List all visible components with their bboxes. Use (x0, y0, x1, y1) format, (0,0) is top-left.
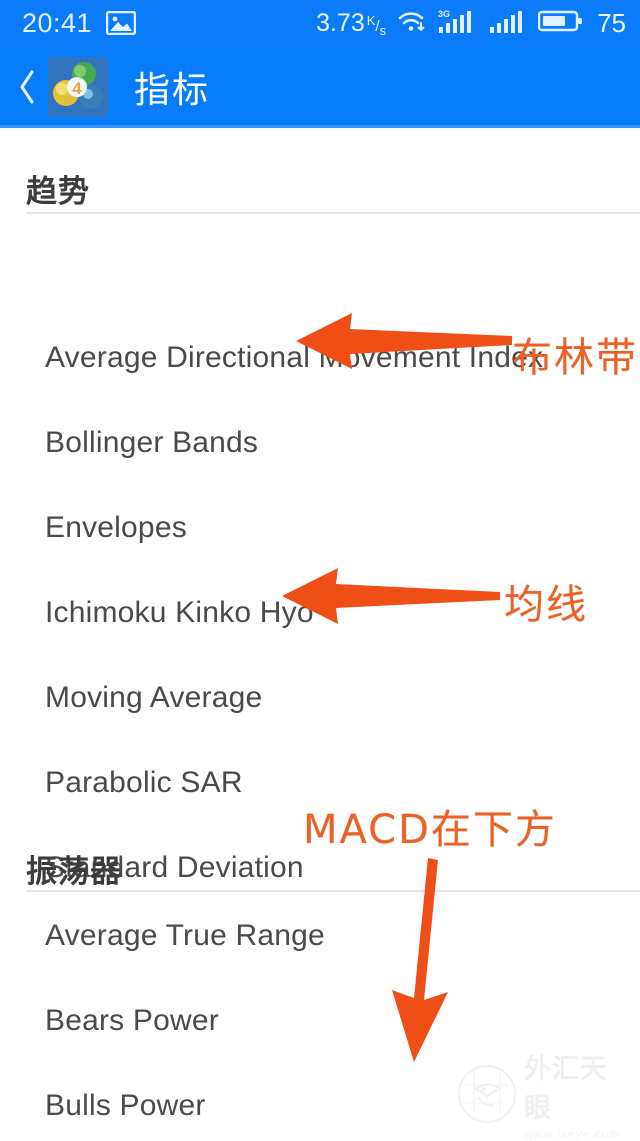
watermark-brand: 外汇天眼 (524, 1047, 632, 1125)
speed-unit-denominator: s (380, 23, 387, 38)
section-divider-oscillators (26, 890, 640, 892)
status-bar: 20:41 3.73 K/s 3G (0, 0, 640, 46)
list-item-label: Average True Range (45, 919, 325, 953)
eagle-eye-logo-icon (456, 1063, 518, 1125)
status-bar-clock: 20:41 (22, 8, 92, 39)
list-item-parabolic-sar[interactable]: Parabolic SAR (0, 755, 640, 811)
watermark: 外汇天眼 www.fxeye.com (456, 1058, 632, 1130)
page-title: 指标 (134, 61, 210, 113)
list-item-average-true-range[interactable]: Average True Range (0, 908, 640, 964)
signal-bars-3g-icon: 3G (438, 8, 478, 39)
list-item-label: Bulls Power (45, 1089, 206, 1123)
network-speed-unit: K/s (367, 13, 386, 38)
list-item-moving-average[interactable]: Moving Average (0, 670, 640, 726)
svg-text:4: 4 (72, 79, 82, 98)
list-item-label: Bears Power (45, 1004, 219, 1038)
watermark-url: www.fxeye.com (524, 1127, 632, 1141)
wifi-icon (397, 9, 427, 38)
metatrader4-app-icon: 4 (48, 57, 108, 117)
list-item-label: Parabolic SAR (45, 766, 243, 800)
list-item-average-directional-movement-index[interactable]: Average Directional Movement Index (0, 330, 640, 386)
list-item-label: Average Directional Movement Index (45, 341, 543, 375)
section-divider-trend (26, 212, 640, 214)
network-speed-value: 3.73 (316, 9, 365, 38)
list-item-envelopes[interactable]: Envelopes (0, 500, 640, 556)
battery-icon (538, 8, 584, 39)
signal-bars-icon (489, 8, 527, 39)
section-header-trend: 趋势 (26, 166, 90, 211)
list-item-bears-power[interactable]: Bears Power (0, 993, 640, 1049)
list-item-label: Moving Average (45, 681, 262, 715)
section-header-oscillators: 振荡器 (26, 846, 122, 891)
indicator-list: 趋势 Average Directional Movement Index Bo… (0, 128, 640, 1138)
back-chevron-icon[interactable] (10, 64, 44, 110)
list-item-label: Envelopes (45, 511, 187, 545)
list-item-label: Bollinger Bands (45, 426, 258, 460)
watermark-text: 外汇天眼 www.fxeye.com (524, 1047, 632, 1141)
network-speed-indicator: 3.73 K/s (316, 9, 386, 38)
speed-unit-numerator: K (367, 13, 376, 28)
list-item-label: Ichimoku Kinko Hyo (45, 596, 314, 630)
battery-percentage: 75 (597, 8, 626, 39)
app-bar: 4 指标 (0, 46, 640, 128)
image-icon (106, 11, 136, 35)
list-item-bollinger-bands[interactable]: Bollinger Bands (0, 415, 640, 471)
status-bar-right-group: 3.73 K/s 3G (316, 8, 626, 39)
signal-3g-label: 3G (438, 9, 450, 19)
list-item-ichimoku-kinko-hyo[interactable]: Ichimoku Kinko Hyo (0, 585, 640, 641)
